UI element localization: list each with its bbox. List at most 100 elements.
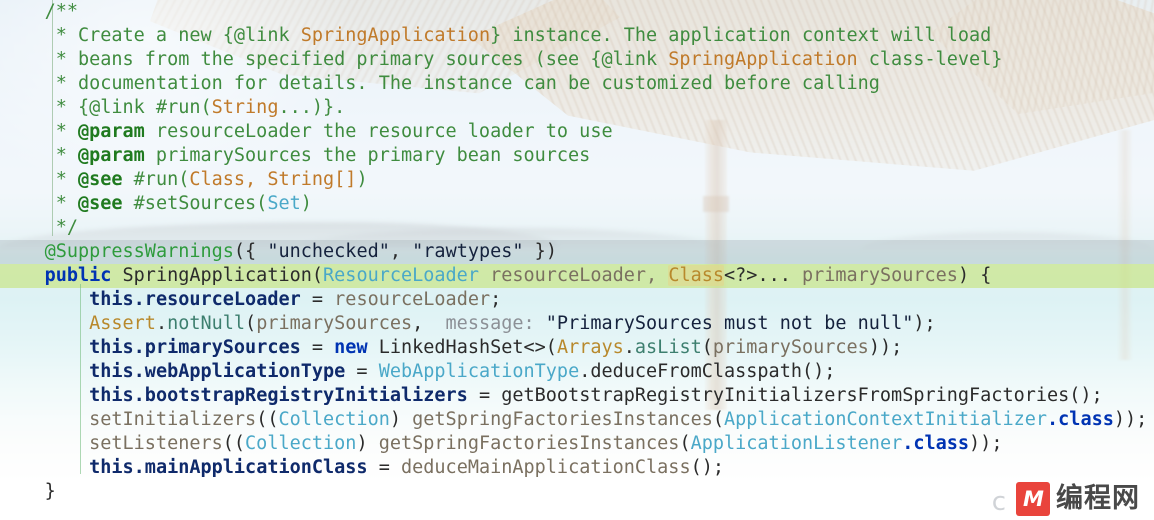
javadoc-text-tail: ) xyxy=(300,193,312,214)
javadoc-tag-see: @see xyxy=(77,193,123,214)
string-primarysources-must-not-be-null: "PrimarySources must not be null" xyxy=(545,313,914,334)
code-line-12-constructor-signature[interactable]: public SpringApplication(ResourceLoader … xyxy=(0,264,1154,288)
punctuation: ); xyxy=(913,313,936,334)
operator-assign: = xyxy=(300,337,335,358)
inline-parameter-hint-message: message: xyxy=(445,313,535,334)
punctuation: ) xyxy=(389,409,413,430)
code-line-16[interactable]: this.webApplicationType = WebApplication… xyxy=(0,360,1154,384)
field-bootstrapregistryinitializers: .bootstrapRegistryInitializers xyxy=(133,385,468,406)
code-line-3[interactable]: * beans from the specified primary sourc… xyxy=(0,48,1154,72)
punctuation: (); xyxy=(1069,385,1103,406)
punctuation: ( xyxy=(311,265,324,286)
watermark-ghost-glyph: c xyxy=(991,487,1006,517)
javadoc-indent: * xyxy=(0,49,78,70)
static-class-assert: Assert xyxy=(89,313,156,334)
javadoc-indent: * xyxy=(0,121,78,142)
code-line-20[interactable]: this.mainApplicationClass = deduceMainAp… xyxy=(0,456,1154,480)
code-line-19[interactable]: setListeners((Collection) getSpringFacto… xyxy=(0,432,1154,456)
watermark-logo: M 编程网 xyxy=(1016,482,1140,516)
keyword-new: new xyxy=(334,337,368,358)
type-webapplicationtype: WebApplicationType xyxy=(378,361,580,382)
punctuation: )); xyxy=(868,337,903,358)
code-lines[interactable]: /** * Create a new {@link SpringApplicat… xyxy=(0,0,1154,520)
punctuation: . xyxy=(155,313,168,334)
code-line-9[interactable]: * @see #setSources(Set) xyxy=(0,192,1154,216)
code-line-13[interactable]: this.resourceLoader = resourceLoader; xyxy=(0,288,1154,312)
javadoc-indent: * xyxy=(0,145,78,166)
code-line-4[interactable]: * documentation for details. The instanc… xyxy=(0,72,1154,96)
punctuation: (); xyxy=(801,361,836,382)
keyword-this: this xyxy=(89,337,134,358)
operator-assign: = xyxy=(367,457,401,478)
punctuation: ( xyxy=(245,313,257,334)
keyword-this: this xyxy=(89,457,134,478)
javadoc-text-tail: class-level} xyxy=(857,49,1003,70)
parameter-resourceloader: resourceLoader, xyxy=(478,265,669,286)
javadoc-link-string: String xyxy=(211,97,279,118)
punctuation: . xyxy=(579,361,591,382)
method-getspringfactoriesinstances: getSpringFactoriesInstances xyxy=(378,433,680,454)
keyword-class-literal: .class xyxy=(902,433,970,454)
code-editor-view[interactable]: /** * Create a new {@link SpringApplicat… xyxy=(0,0,1154,520)
parameter-resourceloader: resourceLoader xyxy=(334,289,491,310)
watermark-badge-icon: M xyxy=(1016,482,1050,516)
keyword-this: this xyxy=(89,289,134,310)
javadoc-tag-param: @param xyxy=(77,145,145,166)
code-line-18[interactable]: setInitializers((Collection) getSpringFa… xyxy=(0,408,1154,432)
type-applicationlistener: ApplicationListener xyxy=(690,433,903,454)
method-notnull: notNull xyxy=(167,313,246,334)
code-line-11-annotation[interactable]: @SuppressWarnings({ "unchecked", "rawtyp… xyxy=(0,240,1154,264)
code-line-21[interactable]: } xyxy=(0,480,1154,504)
javadoc-text: primarySources the primary bean sources xyxy=(144,145,591,166)
javadoc-link-springapplication: SpringApplication xyxy=(668,49,858,70)
punctuation: ( xyxy=(701,337,713,358)
punctuation: . xyxy=(623,337,635,358)
punctuation: ( xyxy=(679,433,691,454)
javadoc-text: {@link #run( xyxy=(77,97,212,118)
javadoc-indent: * xyxy=(0,97,78,118)
field-mainapplicationclass: .mainApplicationClass xyxy=(133,457,368,478)
punctuation: ( xyxy=(712,409,725,430)
code-line-2[interactable]: * Create a new {@link SpringApplication}… xyxy=(0,24,1154,48)
code-line-1[interactable]: /** xyxy=(0,0,1154,24)
code-line-15[interactable]: this.primarySources = new LinkedHashSet<… xyxy=(0,336,1154,360)
type-class-highlighted: Class xyxy=(668,265,725,286)
javadoc-link-springapplication: SpringApplication xyxy=(300,25,491,46)
method-deducemainapplicationclass: deduceMainApplicationClass xyxy=(401,457,691,478)
code-line-5[interactable]: * {@link #run(String...)}. xyxy=(0,96,1154,120)
javadoc-link-set: Set xyxy=(267,193,301,214)
code-line-7[interactable]: * @param primarySources the primary bean… xyxy=(0,144,1154,168)
keyword-class-literal: .class xyxy=(1047,409,1114,430)
code-line-17[interactable]: this.bootstrapRegistryInitializers = get… xyxy=(0,384,1154,408)
keyword-this: this xyxy=(89,385,134,406)
code-line-10[interactable]: */ xyxy=(0,216,1154,240)
annotation-suppresswarnings: @SuppressWarnings xyxy=(44,241,234,262)
code-line-8[interactable]: * @see #run(Class, String[]) xyxy=(0,168,1154,192)
code-line-6[interactable]: * @param resourceLoader the resource loa… xyxy=(0,120,1154,144)
closing-brace: } xyxy=(44,481,56,502)
javadoc-link-class-string: Class, String[] xyxy=(189,169,357,190)
type-linkedhashset: LinkedHashSet<>( xyxy=(367,337,557,358)
javadoc-text-tail: ...)}. xyxy=(278,97,346,118)
method-aslist: asList xyxy=(634,337,702,358)
code-line-14[interactable]: Assert.notNull(primarySources, message: … xyxy=(0,312,1154,336)
punctuation: )); xyxy=(969,433,1003,454)
operator-assign: = xyxy=(345,361,379,382)
argument-primarysources: primarySources xyxy=(256,313,413,334)
punctuation: (( xyxy=(222,433,246,454)
type-applicationcontextinitializer: ApplicationContextInitializer xyxy=(724,409,1048,430)
method-getspringfactoriesinstances: getSpringFactoriesInstances xyxy=(412,409,713,430)
javadoc-open xyxy=(0,1,45,22)
punctuation: (); xyxy=(690,457,725,478)
type-resourceloader: ResourceLoader xyxy=(323,265,479,286)
punctuation: (( xyxy=(256,409,279,430)
type-collection: Collection xyxy=(278,409,390,430)
